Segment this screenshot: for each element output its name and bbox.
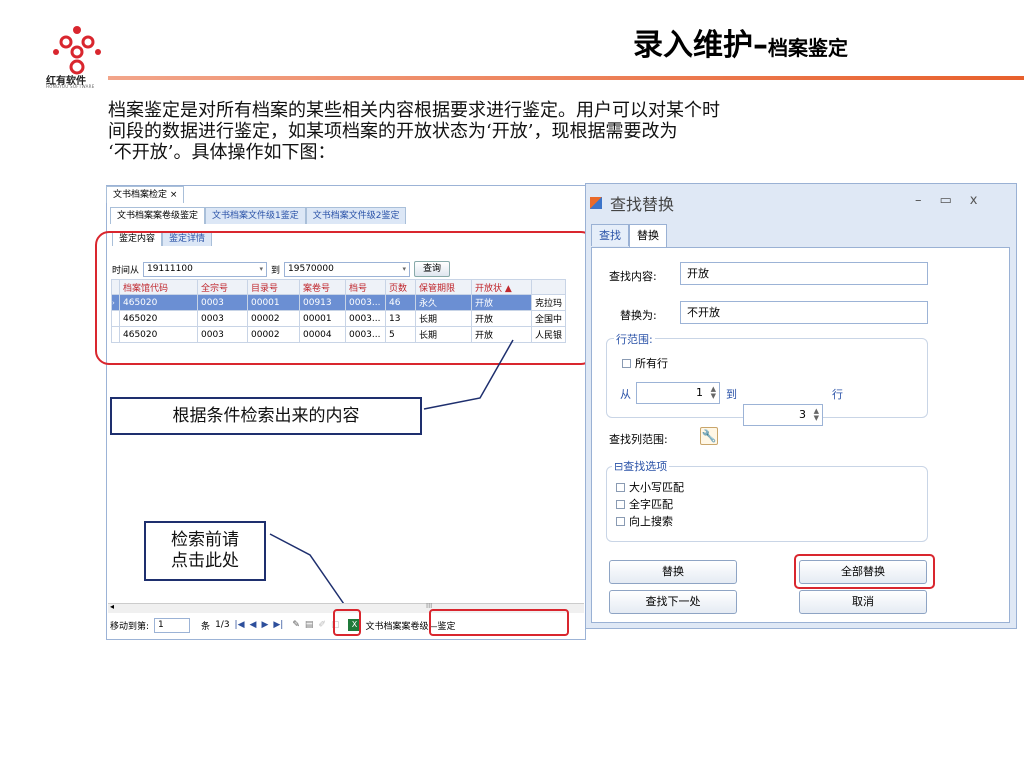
row-unit-label: 行 xyxy=(832,388,843,401)
to-row-label: 到 xyxy=(726,388,737,401)
find-label: 查找内容: xyxy=(609,270,657,283)
goto-input[interactable]: 1 xyxy=(154,617,191,633)
find-next-button[interactable]: 查找下一处 xyxy=(609,590,737,614)
dialog-tabs: 查找 替换 xyxy=(591,224,667,248)
next-page-icon[interactable]: ▶ xyxy=(261,620,268,630)
first-page-icon[interactable]: |◀ xyxy=(235,620,245,630)
attach-icon[interactable]: ✐ xyxy=(318,620,326,630)
from-row-label: 从 xyxy=(620,388,631,401)
cancel-button[interactable]: 取消 xyxy=(799,590,927,614)
results-callout: 根据条件检索出来的内容 xyxy=(110,397,422,435)
unit-label: 条 xyxy=(201,621,211,632)
find-input[interactable]: 开放 xyxy=(680,262,928,285)
tab-file1-appraisal[interactable]: 文书档案文件级1鉴定 xyxy=(205,207,306,224)
report-highlight xyxy=(429,609,569,636)
tab-document-check[interactable]: 文书档案检定 × xyxy=(106,186,185,203)
tab-volume-appraisal[interactable]: 文书档案案卷级鉴定 xyxy=(110,207,206,224)
last-page-icon[interactable]: ▶| xyxy=(273,620,283,630)
all-rows-checkbox[interactable]: 所有行 xyxy=(622,355,668,371)
header-divider xyxy=(108,76,1024,80)
page-indicator: 1/3 xyxy=(215,620,230,630)
description: 档案鉴定是对所有档案的某些相关内容根据要求进行鉴定。用户可以对某个时 间段的数据… xyxy=(108,100,720,163)
goto-label: 移动到第: xyxy=(110,621,150,632)
search-options-legend[interactable]: ⊟查找选项 xyxy=(612,458,670,474)
app-icon xyxy=(590,197,602,209)
dialog-title: 查找替换 xyxy=(610,195,675,214)
column-range-label: 查找列范围: xyxy=(609,433,668,446)
minimize-icon[interactable]: – xyxy=(915,193,922,208)
spin-arrows-icon[interactable]: ▲ ▼ xyxy=(711,386,716,400)
from-row-spinner[interactable]: 1 ▲ ▼ xyxy=(636,382,720,404)
replace-input[interactable]: 不开放 xyxy=(680,301,928,324)
close-icon[interactable]: x xyxy=(970,193,978,208)
page-title: 录入维护–档案鉴定 xyxy=(633,28,848,63)
appraisal-tabs: 文书档案案卷级鉴定 文书档案文件级1鉴定 文书档案文件级2鉴定 xyxy=(110,207,407,225)
edit-icon[interactable]: ✎ xyxy=(292,620,300,630)
dialog-title-bar: 查找替换 xyxy=(590,191,674,215)
whole-word-checkbox[interactable]: 全字匹配 xyxy=(616,496,673,512)
row-range-legend: 行范围: xyxy=(614,331,655,347)
to-row-spinner[interactable]: 3 ▲ ▼ xyxy=(743,404,823,426)
match-case-checkbox[interactable]: 大小写匹配 xyxy=(616,479,684,495)
replace-all-highlight xyxy=(794,554,935,589)
edit-icon-highlight xyxy=(333,609,361,636)
logo-subtext: HONGYOU SOFTWARE xyxy=(46,84,95,89)
click-here-callout: 检索前请 点击此处 xyxy=(144,521,266,581)
replace-label: 替换为: xyxy=(620,309,657,322)
maximize-icon[interactable]: ▭ xyxy=(940,193,952,208)
scroll-left-icon[interactable]: ◂ xyxy=(110,602,114,611)
search-up-checkbox[interactable]: 向上搜索 xyxy=(616,513,673,529)
replace-button[interactable]: 替换 xyxy=(609,560,737,584)
results-highlight xyxy=(95,231,595,365)
document-tabs: 文书档案检定 × xyxy=(106,186,185,204)
tab-replace[interactable]: 替换 xyxy=(629,224,667,248)
export-icon[interactable]: ▤ xyxy=(305,620,314,630)
spin-arrows-icon[interactable]: ▲ ▼ xyxy=(814,408,819,422)
tab-file2-appraisal[interactable]: 文书档案文件级2鉴定 xyxy=(305,207,407,224)
wrench-icon[interactable]: 🔧 xyxy=(700,427,718,445)
tab-find[interactable]: 查找 xyxy=(591,224,629,246)
prev-page-icon[interactable]: ◀ xyxy=(250,620,257,630)
window-controls: – ▭ x xyxy=(915,193,978,208)
